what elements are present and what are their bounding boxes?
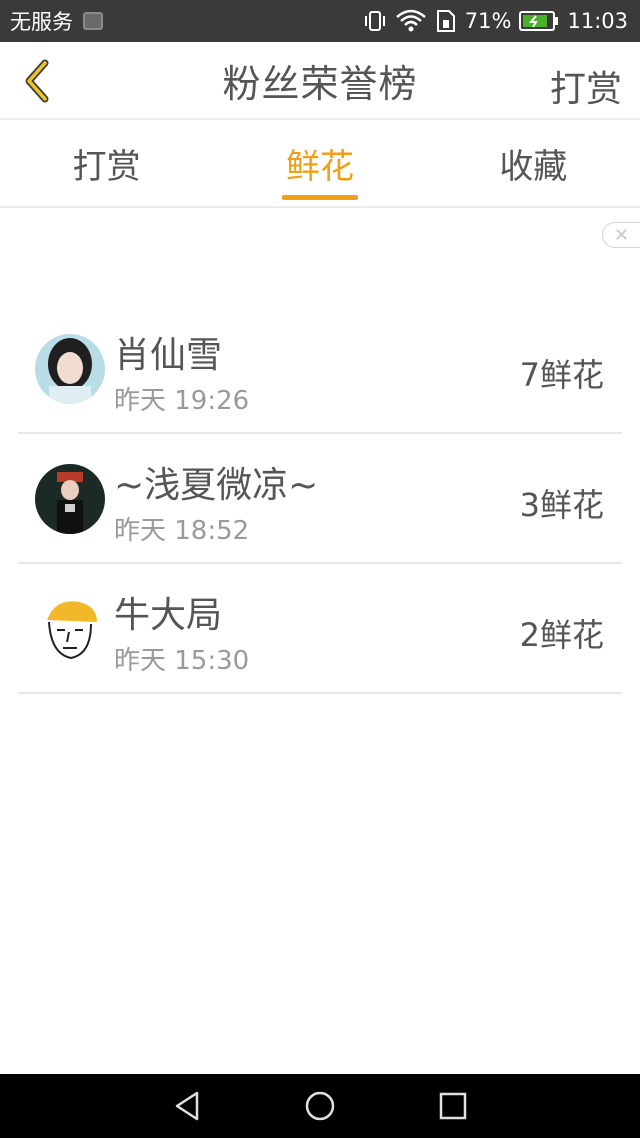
screen: 无服务 71% 11:03 粉丝荣誉榜 打赏 打赏 鲜花 收藏 ✕ 肖仙雪 昨天…	[0, 0, 640, 1138]
carrier-text: 无服务	[10, 10, 73, 34]
flower-count: 7鲜花	[519, 356, 604, 394]
square-recents-icon	[440, 1092, 467, 1120]
flower-count: 2鲜花	[519, 616, 604, 654]
fan-name: ~浅夏微凉~	[114, 465, 319, 506]
tab-favorites[interactable]: 收藏	[427, 121, 640, 206]
fan-name: 肖仙雪	[114, 335, 223, 376]
battery-percent: 71%	[464, 9, 512, 33]
nav-recents-button[interactable]	[423, 1076, 483, 1136]
tab-favorites-label: 收藏	[499, 147, 568, 187]
status-bar: 无服务 71% 11:03	[0, 0, 640, 42]
app-header: 粉丝荣誉榜 打赏	[0, 42, 640, 120]
nav-home-button[interactable]	[290, 1076, 350, 1136]
status-right: 71% 11:03	[363, 9, 628, 33]
chevron-left-icon	[25, 59, 49, 103]
active-tab-indicator	[281, 195, 358, 200]
circle-home-icon	[305, 1091, 335, 1121]
vibrate-icon	[363, 10, 387, 32]
fan-time: 昨天 18:52	[114, 516, 250, 546]
back-button[interactable]	[16, 58, 56, 104]
page-title: 粉丝荣誉榜	[222, 61, 418, 106]
nav-back-button[interactable]	[157, 1076, 217, 1136]
list-item[interactable]: ~浅夏微凉~ 昨天 18:52 3鲜花	[18, 434, 622, 564]
flower-count: 3鲜花	[519, 486, 604, 524]
close-ad-button[interactable]: ✕	[602, 222, 640, 248]
tab-flowers-label: 鲜花	[285, 147, 354, 187]
list-item[interactable]: 牛大局 昨天 15:30 2鲜花	[18, 564, 622, 694]
fan-name: 牛大局	[114, 595, 223, 636]
fan-time: 昨天 15:30	[114, 646, 250, 676]
system-nav-bar	[0, 1074, 640, 1138]
status-left: 无服务	[10, 6, 103, 36]
avatar	[35, 594, 105, 664]
fan-time: 昨天 19:26	[114, 386, 250, 416]
sim-card-icon	[435, 9, 457, 33]
wifi-icon	[395, 9, 427, 33]
clock-text: 11:03	[567, 9, 628, 33]
tab-tips[interactable]: 打赏	[0, 121, 213, 206]
fan-list: 肖仙雪 昨天 19:26 7鲜花 ~浅夏微凉~ 昨天 18:52 3鲜花 牛大局…	[18, 304, 622, 694]
battery-icon	[519, 10, 559, 32]
list-item[interactable]: 肖仙雪 昨天 19:26 7鲜花	[18, 304, 622, 434]
avatar	[35, 334, 105, 404]
tab-flowers[interactable]: 鲜花	[213, 121, 426, 206]
tab-bar: 打赏 鲜花 收藏	[0, 121, 640, 208]
triangle-back-icon	[175, 1091, 198, 1121]
tip-button[interactable]: 打赏	[550, 60, 622, 112]
close-icon: ✕	[613, 224, 630, 246]
image-notification-icon	[83, 12, 103, 30]
tab-tips-label: 打赏	[72, 147, 141, 187]
avatar	[35, 464, 105, 534]
